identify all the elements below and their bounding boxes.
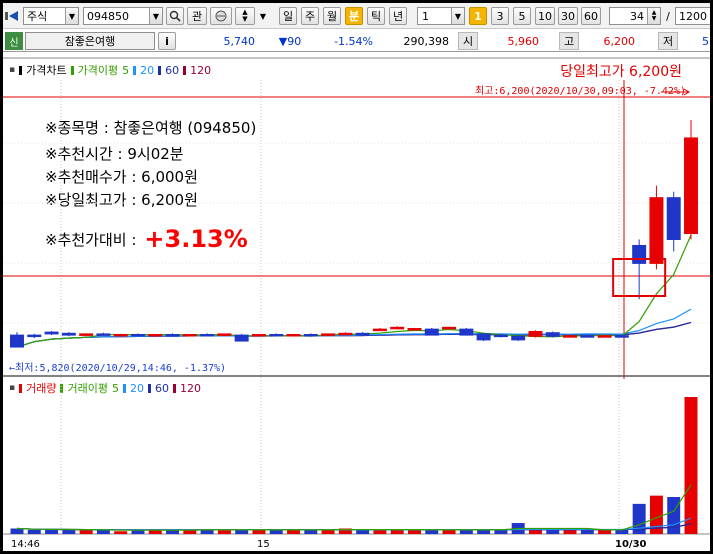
- volume-bar: [62, 529, 76, 534]
- candle-body: [303, 334, 318, 337]
- candle-body: [251, 334, 266, 337]
- volume-bar: [269, 529, 283, 534]
- candle-body: [182, 334, 197, 337]
- candle-body: [355, 332, 370, 336]
- candle-body: [61, 332, 76, 336]
- candle-body: [286, 334, 301, 337]
- candle-body: [148, 334, 163, 337]
- candle-body: [476, 333, 491, 341]
- volume-bar: [79, 529, 93, 534]
- volume-bar: [217, 529, 231, 534]
- candle-body: [511, 335, 526, 341]
- volume-bar: [408, 529, 421, 534]
- candle-body: [113, 334, 128, 337]
- volume-bar: [598, 529, 612, 534]
- candle-body: [545, 332, 560, 337]
- candle-body: [79, 333, 94, 336]
- volume-bar: [442, 529, 456, 534]
- candle-body: [200, 334, 215, 337]
- candle-body: [424, 328, 439, 336]
- volume-bar: [580, 529, 594, 534]
- candle-body: [390, 326, 405, 330]
- volume-bar: [114, 531, 128, 534]
- volume-bar: [390, 529, 404, 534]
- chart-window: 주식 ▼ 094850 ▼ 관 ▲ ▼ ▼ 일 주 월 분 틱 년 1 ▼ 1 3…: [3, 3, 710, 551]
- volume-bar: [667, 497, 681, 534]
- candle-body: [165, 334, 180, 337]
- volume-bar: [27, 529, 41, 534]
- candle-body: [528, 331, 543, 337]
- max-arrow: [661, 88, 690, 96]
- candle-body: [580, 335, 595, 338]
- volume-bar: [356, 529, 370, 534]
- candle-body: [44, 331, 59, 335]
- volume-bar: [235, 529, 249, 534]
- volume-bar: [528, 529, 542, 534]
- candle-body: [407, 328, 422, 331]
- candle-body: [321, 333, 336, 336]
- ma5-line: [16, 234, 692, 348]
- volume-bar: [287, 529, 300, 534]
- price-volume-chart: [3, 57, 710, 535]
- candle-body: [666, 197, 681, 241]
- volume-bar: [684, 397, 698, 534]
- candle-body: [459, 328, 474, 336]
- candle-body: [130, 334, 145, 337]
- ma20-line: [16, 308, 692, 348]
- candle-body: [684, 137, 698, 235]
- candle-body: [442, 326, 457, 330]
- volume-bar: [494, 529, 508, 534]
- candle-body: [269, 334, 284, 337]
- candle-body: [493, 334, 508, 338]
- candle-body: [10, 334, 24, 348]
- candle-body: [234, 334, 249, 342]
- volume-bar: [563, 529, 577, 534]
- candle-body: [338, 332, 353, 336]
- volume-bar: [477, 529, 491, 534]
- candle-body: [597, 335, 612, 338]
- volume-bar: [45, 529, 59, 534]
- candle-body: [649, 197, 664, 264]
- volume-bar: [615, 529, 629, 534]
- volume-bar: [459, 529, 473, 534]
- candle-body: [96, 333, 111, 336]
- candle-body: [27, 334, 42, 338]
- candle-body: [563, 335, 578, 338]
- volume-bar: [252, 529, 266, 534]
- volume-bar: [425, 529, 439, 534]
- volume-bar: [10, 528, 24, 534]
- candle-body: [372, 328, 387, 332]
- candle-body: [614, 335, 629, 338]
- volume-bar: [321, 529, 335, 534]
- vma5-line: [16, 484, 692, 531]
- volume-bar: [373, 529, 387, 534]
- candle-body: [632, 244, 647, 264]
- candle-body: [217, 333, 232, 336]
- volume-bar: [304, 529, 318, 534]
- volume-bar: [546, 529, 560, 534]
